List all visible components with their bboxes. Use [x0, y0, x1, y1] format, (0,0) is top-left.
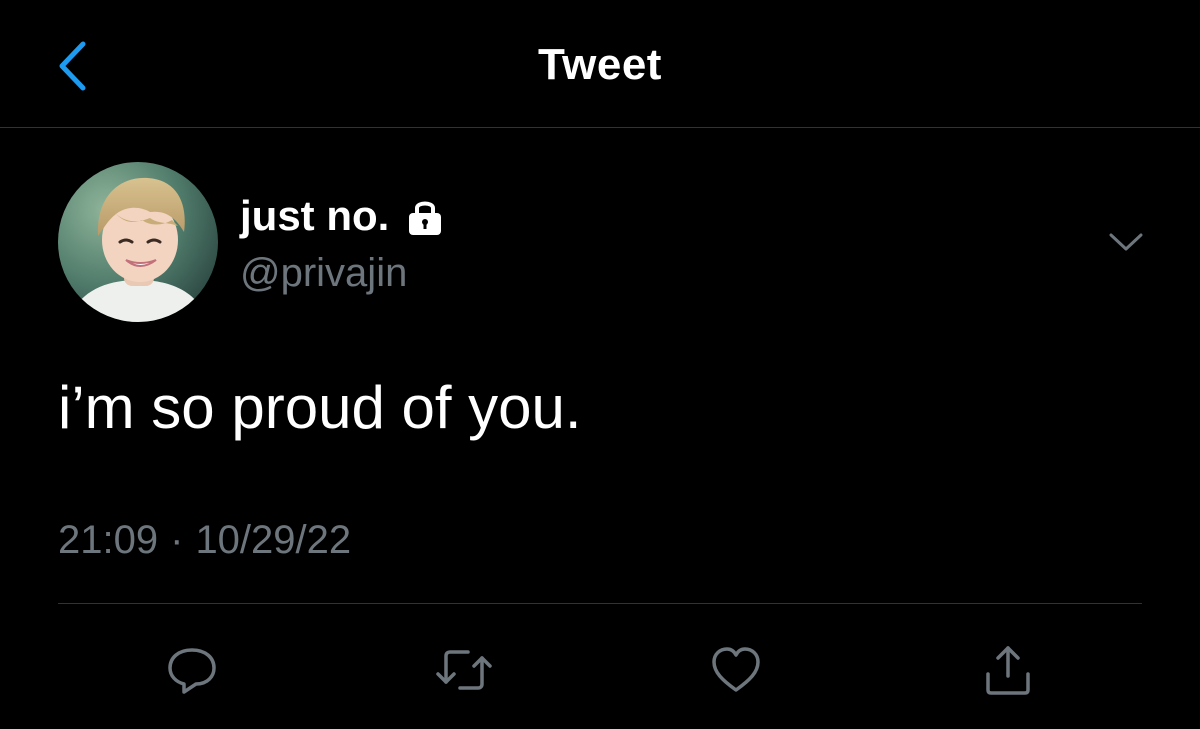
retweet-icon	[436, 650, 492, 690]
page-title: Tweet	[538, 40, 662, 89]
tweet-time: 21:09	[58, 518, 159, 562]
tweet-date: 10/29/22	[195, 518, 352, 562]
tweet-menu-button[interactable]	[1098, 222, 1154, 262]
display-name[interactable]: just no.	[240, 192, 389, 240]
retweet-button[interactable]	[428, 634, 500, 706]
profile-photo	[58, 162, 218, 322]
like-button[interactable]	[700, 634, 772, 706]
avatar[interactable]	[58, 162, 218, 322]
chevron-down-icon	[1109, 233, 1143, 251]
lock-icon	[403, 194, 447, 238]
display-name-row: just no.	[240, 192, 447, 240]
tweet-detail: just no. @privajin i’m so proud of you. …	[0, 128, 1200, 729]
user-handle[interactable]: @privajin	[240, 249, 407, 297]
action-bar	[0, 604, 1200, 729]
like-icon	[712, 647, 760, 692]
reply-icon	[168, 648, 216, 694]
timestamp-separator: ·	[170, 518, 184, 562]
share-icon	[986, 646, 1030, 695]
top-nav-bar: Tweet	[0, 0, 1200, 128]
tweet-text: i’m so proud of you.	[58, 374, 582, 441]
reply-button[interactable]	[156, 634, 228, 706]
share-button[interactable]	[972, 634, 1044, 706]
timestamp: 21:09 · 10/29/22	[58, 516, 351, 564]
